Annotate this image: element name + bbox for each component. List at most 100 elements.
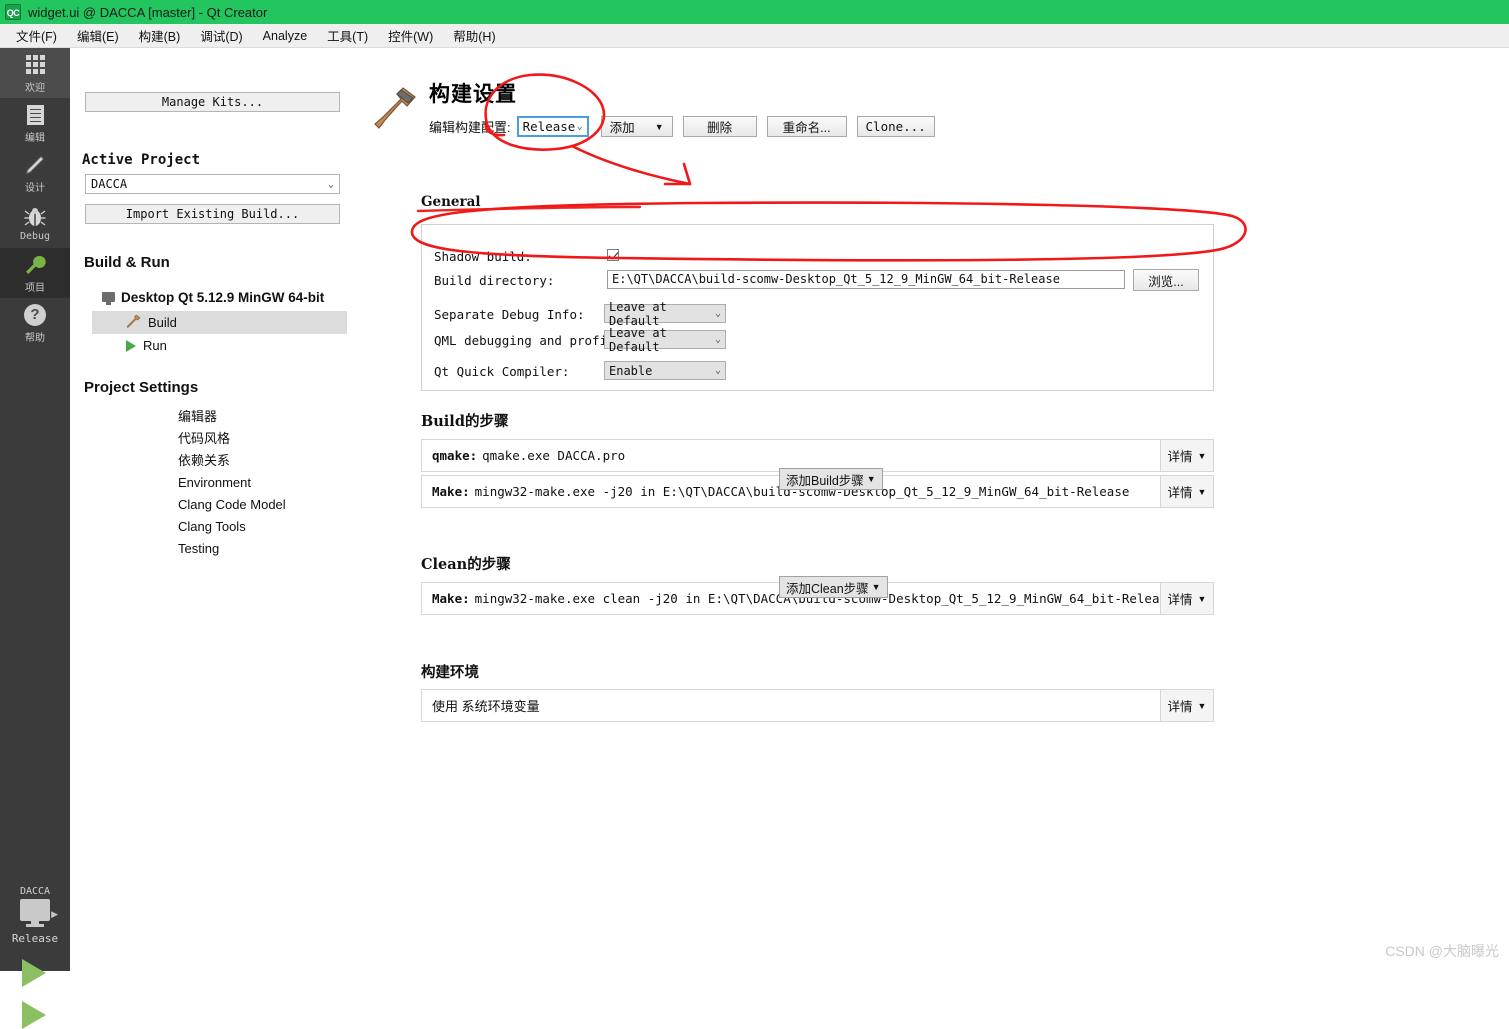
menu-analyze[interactable]: Analyze (253, 27, 317, 45)
mode-button-edit[interactable]: 编辑 (0, 98, 70, 148)
clean-step-details-button[interactable]: 详情 ▼ (1160, 583, 1213, 614)
window-title: widget.ui @ DACCA [master] - Qt Creator (28, 4, 268, 20)
menu-file[interactable]: 文件(F) (6, 24, 67, 47)
add-build-step-button[interactable]: 添加Build步骤 ▼ (779, 468, 883, 490)
debug-run-button-icon[interactable] (22, 1001, 46, 1029)
build-and-run-heading: Build & Run (84, 254, 170, 271)
clone-config-button[interactable]: Clone... (856, 116, 935, 137)
add-config-button[interactable]: 添加 ▼ (600, 116, 673, 137)
build-environment-heading: 构建环境 (421, 664, 479, 681)
kit-row[interactable]: Desktop Qt 5.12.9 MinGW 64-bit (70, 286, 355, 308)
window-title-bar: QC widget.ui @ DACCA [master] - Qt Creat… (0, 0, 1509, 24)
mode-button-welcome[interactable]: 欢迎 (0, 48, 70, 98)
clean-steps-heading: Clean的步骤 (421, 556, 511, 573)
caret-down-icon: ▼ (1197, 486, 1207, 497)
mode-button-debug[interactable]: Debug (0, 198, 70, 248)
build-step-kind: qmake: (432, 448, 478, 463)
build-directory-input[interactable]: E:\QT\DACCA\build-scomw-Desktop_Qt_5_12_… (607, 270, 1125, 289)
menu-help[interactable]: 帮助(H) (443, 24, 505, 47)
build-config-row: 编辑构建配置: Release ⌄ 添加 ▼ 删除 重命名... Clone..… (429, 116, 935, 137)
kit-config-label: Release (11, 932, 59, 945)
build-settings-page: 构建设置 编辑构建配置: Release ⌄ 添加 ▼ 删除 重命名... Cl… (355, 48, 1509, 971)
build-step-command: qmake.exe DACCA.pro (482, 448, 626, 463)
caret-down-icon: ▼ (654, 121, 664, 132)
build-step-details-button[interactable]: 详情 ▼ (1160, 440, 1213, 471)
general-settings-box: Shadow build: Build directory: E:\QT\DAC… (421, 224, 1214, 391)
mode-label-projects: 项目 (25, 282, 45, 294)
import-existing-build-button[interactable]: Import Existing Build... (85, 204, 340, 224)
question-mark-icon: ? (23, 303, 47, 327)
tree-label-build: Build (148, 315, 177, 330)
kit-name-label: DACCA (19, 886, 51, 897)
browse-button[interactable]: 浏览... (1133, 269, 1199, 291)
pencil-icon (23, 153, 47, 177)
setting-item-dependencies[interactable]: 依赖关系 (70, 450, 355, 472)
manage-kits-button[interactable]: Manage Kits... (85, 92, 340, 112)
setting-item-environment[interactable]: Environment (70, 472, 355, 494)
build-config-combo[interactable]: Release ⌄ (516, 116, 589, 137)
mode-button-help[interactable]: ? 帮助 (0, 298, 70, 348)
details-label: 详情 (1167, 450, 1193, 464)
menu-debug[interactable]: 调试(D) (190, 24, 252, 47)
menu-window[interactable]: 控件(W) (378, 24, 443, 47)
mode-selector-bar: 欢迎 编辑 设计 Debug 项目 ? 帮助 DACCA ▶ Release (0, 48, 70, 1029)
chevron-down-icon: ⌄ (714, 308, 721, 319)
rename-config-button[interactable]: 重命名... (766, 116, 847, 137)
qt-quick-compiler-combo[interactable]: Enable ⌄ (604, 361, 726, 380)
tree-label-run: Run (143, 338, 167, 353)
hammer-icon (126, 314, 141, 332)
add-build-step-label: 添加Build步骤 (786, 473, 864, 488)
qt-quick-compiler-value: Enable (609, 363, 653, 378)
setting-item-testing[interactable]: Testing (70, 538, 355, 560)
kit-name: Desktop Qt 5.12.9 MinGW 64-bit (121, 289, 325, 305)
build-directory-label: Build directory: (434, 273, 555, 288)
tree-item-run[interactable]: Run (70, 334, 355, 357)
menu-bar: 文件(F) 编辑(E) 构建(B) 调试(D) Analyze 工具(T) 控件… (0, 24, 1509, 48)
build-environment-details-button[interactable]: 详情 ▼ (1160, 690, 1213, 721)
menu-edit[interactable]: 编辑(E) (67, 24, 129, 47)
caret-down-icon: ▼ (866, 474, 876, 484)
shadow-build-label: Shadow build: (434, 249, 532, 264)
caret-down-icon: ▼ (1197, 593, 1207, 604)
mode-button-design[interactable]: 设计 (0, 148, 70, 198)
setting-item-clang-code-model[interactable]: Clang Code Model (70, 494, 355, 516)
mode-label-welcome: 欢迎 (25, 82, 45, 94)
add-clean-step-label: 添加Clean步骤 (786, 581, 869, 596)
build-steps-heading: Build的步骤 (421, 413, 509, 430)
menu-tools[interactable]: 工具(T) (317, 24, 378, 47)
watermark-text: CSDN @大脑曝光 (1385, 943, 1499, 959)
qml-debugging-value: Leave at Default (609, 325, 667, 354)
build-step-text: qmake: qmake.exe DACCA.pro (422, 440, 1160, 471)
projects-side-panel: Manage Kits... Active Project DACCA ⌄ Im… (70, 48, 356, 971)
active-project-value: DACCA (91, 177, 128, 191)
page-header: 构建设置 编辑构建配置: Release ⌄ 添加 ▼ 删除 重命名... Cl… (373, 78, 935, 137)
shadow-build-checkbox[interactable] (607, 249, 619, 261)
build-config-value: Release (522, 119, 576, 134)
separate-debug-info-value: Leave at Default (609, 299, 667, 328)
separate-debug-info-combo[interactable]: Leave at Default ⌄ (604, 300, 726, 328)
play-icon (126, 339, 136, 352)
run-button-icon[interactable] (22, 959, 46, 987)
build-environment-row[interactable]: 使用 系统环境变量 详情 ▼ (421, 689, 1214, 722)
build-step-kind: Make: (432, 484, 470, 499)
chevron-down-icon: ⌄ (714, 334, 721, 345)
build-step-details-button[interactable]: 详情 ▼ (1160, 476, 1213, 507)
chevron-down-icon: ⌄ (714, 365, 721, 376)
menu-build[interactable]: 构建(B) (129, 24, 191, 47)
active-project-combo[interactable]: DACCA ⌄ (85, 174, 340, 194)
mode-label-help: 帮助 (25, 332, 45, 344)
mode-button-projects[interactable]: 项目 (0, 248, 70, 298)
setting-item-editor[interactable]: 编辑器 (70, 406, 355, 428)
delete-config-button[interactable]: 删除 (682, 116, 757, 137)
qml-debugging-combo[interactable]: Leave at Default ⌄ (604, 326, 726, 354)
add-clean-step-button[interactable]: 添加Clean步骤 ▼ (779, 576, 888, 598)
general-section-heading: General (421, 194, 481, 210)
chevron-right-icon: ▶ (51, 909, 58, 919)
project-settings-heading: Project Settings (84, 379, 199, 396)
desktop-target-icon (20, 899, 50, 926)
setting-item-clang-tools[interactable]: Clang Tools (70, 516, 355, 538)
run-configuration-selector[interactable]: DACCA ▶ Release (0, 886, 70, 1029)
details-label: 详情 (1167, 593, 1193, 607)
setting-item-code-style[interactable]: 代码风格 (70, 428, 355, 450)
tree-item-build[interactable]: Build (92, 311, 347, 334)
